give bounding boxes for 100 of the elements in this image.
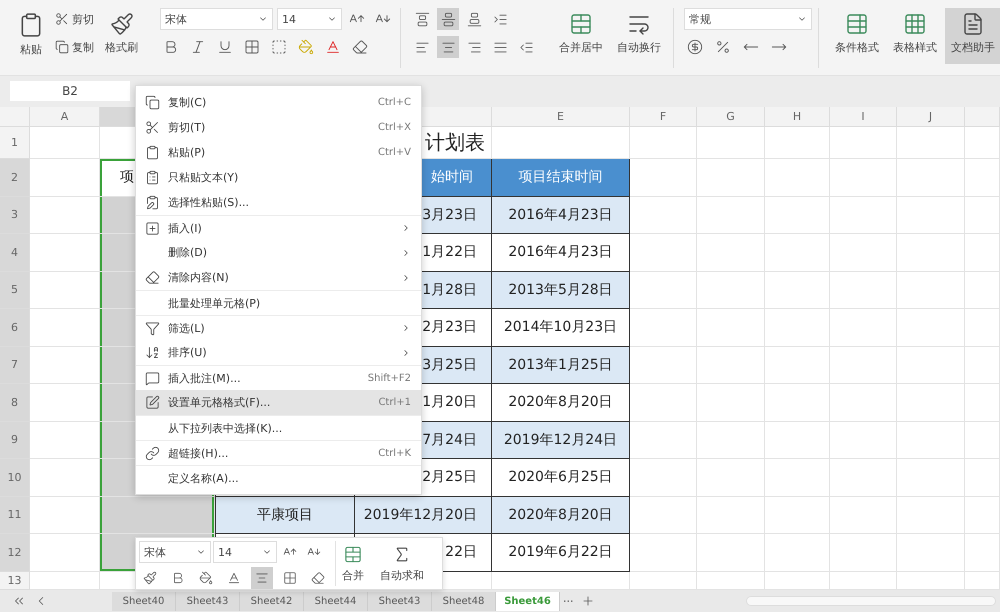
sheet-tab[interactable]: Sheet42 xyxy=(240,592,304,610)
row-header[interactable]: 1 xyxy=(0,127,30,159)
merge-cells-icon xyxy=(343,545,363,564)
column-header[interactable]: F xyxy=(630,107,697,127)
header-cell: 项目结束时间 xyxy=(492,159,630,196)
row-header[interactable]: 6 xyxy=(0,309,30,346)
align-middle-icon xyxy=(440,12,456,26)
menu-item[interactable]: 插入(I) xyxy=(136,215,421,240)
table-cell xyxy=(830,346,897,384)
table-cell xyxy=(897,384,965,422)
table-cell xyxy=(697,496,765,534)
table-cell xyxy=(30,196,100,234)
funnel-icon xyxy=(144,320,160,336)
menu-item-label: 排序(U) xyxy=(168,345,208,360)
outdent-icon xyxy=(518,40,534,54)
column-header[interactable]: G xyxy=(697,107,765,127)
align-center-button[interactable] xyxy=(251,567,273,589)
table-cell xyxy=(830,496,897,534)
table-cell: 2020年6月25日 xyxy=(492,459,630,496)
menu-item[interactable]: 从下拉列表中选择(K)... xyxy=(136,415,421,440)
menu-item-label: 超链接(H)... xyxy=(168,446,230,460)
table-cell xyxy=(630,459,697,496)
column-header[interactable]: J xyxy=(897,107,965,127)
align-center-button[interactable] xyxy=(437,36,459,58)
more-sheets-button[interactable]: ··· xyxy=(560,590,576,612)
column-header[interactable]: H xyxy=(765,107,830,127)
table-cell: 平康项目 xyxy=(215,496,355,534)
row-header[interactable]: 8 xyxy=(0,384,30,422)
menu-item-label: 剪切(T) xyxy=(168,120,206,135)
menu-item[interactable]: 超链接(H)... Ctrl+K xyxy=(136,440,421,465)
conditional-format-button[interactable]: 条件格式 xyxy=(829,8,885,64)
table-cell xyxy=(697,459,765,496)
row-header[interactable]: 4 xyxy=(0,234,30,272)
paste-button[interactable]: 粘贴 xyxy=(12,8,50,64)
align-right-icon xyxy=(466,40,482,54)
table-cell xyxy=(630,127,697,159)
align-middle-button[interactable] xyxy=(437,8,459,30)
align-bottom-icon xyxy=(466,12,482,26)
scissors-icon xyxy=(55,12,69,26)
table-cell xyxy=(830,196,897,234)
cell-format-icon xyxy=(144,395,160,410)
sheet-tab[interactable]: Sheet48 xyxy=(432,592,496,610)
table-cell xyxy=(965,196,1000,234)
row-header[interactable]: 11 xyxy=(0,496,30,534)
wrap-text-button[interactable]: 自动换行 xyxy=(611,8,667,64)
table-cell: 2013年5月28日 xyxy=(492,272,630,309)
column-header[interactable]: E xyxy=(492,107,630,127)
row-header[interactable]: 10 xyxy=(0,459,30,496)
sheet-tab[interactable]: Sheet43 xyxy=(368,592,432,610)
menu-item[interactable]: 筛选(L) xyxy=(136,315,421,340)
format-painter-button[interactable]: 格式刷 xyxy=(99,8,144,64)
row-header[interactable]: 3 xyxy=(0,196,30,234)
name-box[interactable]: B2 xyxy=(10,81,130,102)
row-header[interactable]: 9 xyxy=(0,422,30,459)
table-cell xyxy=(30,346,100,384)
sheet-tab[interactable]: Sheet44 xyxy=(304,592,368,610)
row-header[interactable]: 7 xyxy=(0,346,30,384)
merge-center-button[interactable]: 合并居中 xyxy=(553,8,609,64)
dashed-square-icon xyxy=(271,39,287,55)
copy-button[interactable]: 复制 xyxy=(52,36,97,58)
menu-item[interactable]: 批量处理单元格(P) xyxy=(136,290,421,315)
table-cell xyxy=(697,196,765,234)
menu-item[interactable]: 定义名称(A)... xyxy=(136,465,421,490)
justify-icon xyxy=(492,40,508,54)
table-style-button[interactable]: 表格样式 xyxy=(887,8,943,64)
row-header[interactable]: 5 xyxy=(0,272,30,309)
border-icon xyxy=(283,571,297,585)
sheet-tab[interactable]: Sheet46 xyxy=(496,592,560,610)
paint-bucket-icon xyxy=(199,571,213,585)
sort-icon xyxy=(144,345,160,360)
plus-square-icon xyxy=(144,220,160,236)
row-header[interactable]: 13 xyxy=(0,572,30,590)
font-size-select[interactable]: 14 xyxy=(277,8,342,30)
font-size-select[interactable]: 14 xyxy=(213,541,277,563)
number-format-select[interactable]: 常规 xyxy=(684,8,812,30)
row-header[interactable]: 2 xyxy=(0,159,30,196)
sheet-tab[interactable]: Sheet43 xyxy=(176,592,240,610)
table-cell xyxy=(30,272,100,309)
document-assistant-button[interactable]: 文档助手 xyxy=(945,8,1000,64)
table-cell xyxy=(765,309,830,346)
underline-icon xyxy=(217,39,233,55)
column-header[interactable]: I xyxy=(830,107,897,127)
table-cell xyxy=(697,234,765,272)
column-header[interactable]: A xyxy=(30,107,100,127)
shortcut-text: Shift+F2 xyxy=(368,372,411,384)
font-select[interactable]: 宋体 xyxy=(160,8,273,30)
row-header[interactable]: 12 xyxy=(0,534,30,572)
table-cell xyxy=(697,534,765,572)
sheet-tab[interactable]: Sheet40 xyxy=(112,592,176,610)
cut-button[interactable]: 剪切 xyxy=(52,8,97,30)
table-cell xyxy=(697,422,765,459)
align-center-icon xyxy=(440,40,456,54)
table-cell xyxy=(765,346,830,384)
menu-item[interactable]: 设置单元格格式(F)... Ctrl+1 xyxy=(136,390,421,415)
eraser-icon xyxy=(144,270,160,285)
horizontal-scrollbar[interactable] xyxy=(746,596,996,606)
table-cell: 2019年6月22日 xyxy=(492,534,630,572)
copy-icon xyxy=(144,95,160,110)
menu-item[interactable]: 复制(C) Ctrl+C xyxy=(136,90,421,115)
font-select[interactable]: 宋体 xyxy=(139,541,211,563)
